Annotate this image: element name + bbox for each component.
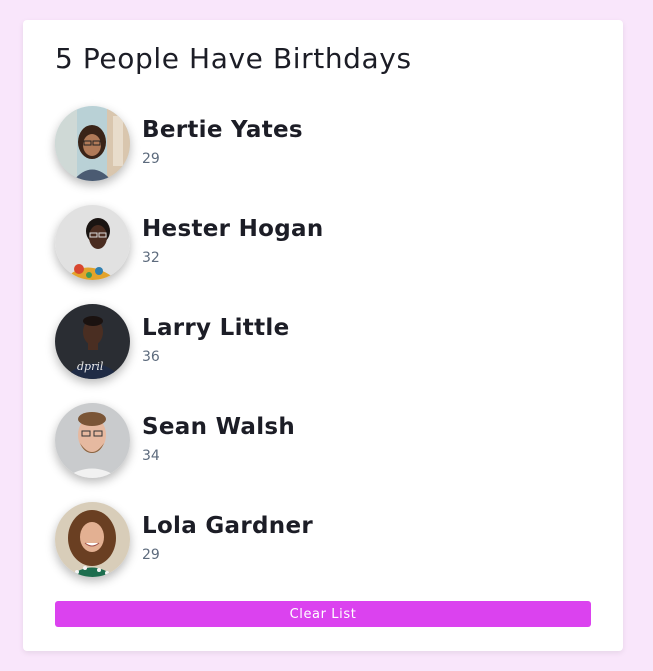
avatar	[55, 205, 130, 280]
avatar	[55, 502, 130, 577]
person-item: Bertie Yates 29	[55, 106, 595, 182]
avatar	[55, 403, 130, 478]
person-age: 29	[142, 547, 160, 563]
person-name: Bertie Yates	[142, 117, 303, 143]
person-age: 32	[142, 250, 160, 266]
person-name: Lola Gardner	[142, 513, 313, 539]
person-item: Lola Gardner 29	[55, 502, 595, 578]
avatar: dpril	[55, 304, 130, 379]
clear-list-button[interactable]: Clear List	[55, 601, 591, 627]
person-item: Sean Walsh 34	[55, 403, 595, 479]
person-name: Hester Hogan	[142, 216, 324, 242]
avatar	[55, 106, 130, 181]
person-item: dpril Larry Little 36	[55, 304, 595, 380]
birthday-card: 5 People Have Birthdays Bertie Yates 29	[23, 20, 623, 651]
person-name: Larry Little	[142, 315, 290, 341]
page-title: 5 People Have Birthdays	[55, 42, 412, 75]
person-age: 29	[142, 151, 160, 167]
person-age: 36	[142, 349, 160, 365]
person-name: Sean Walsh	[142, 414, 296, 440]
svg-text:dpril: dpril	[77, 360, 104, 373]
person-item: Hester Hogan 32	[55, 205, 595, 281]
person-age: 34	[142, 448, 160, 464]
